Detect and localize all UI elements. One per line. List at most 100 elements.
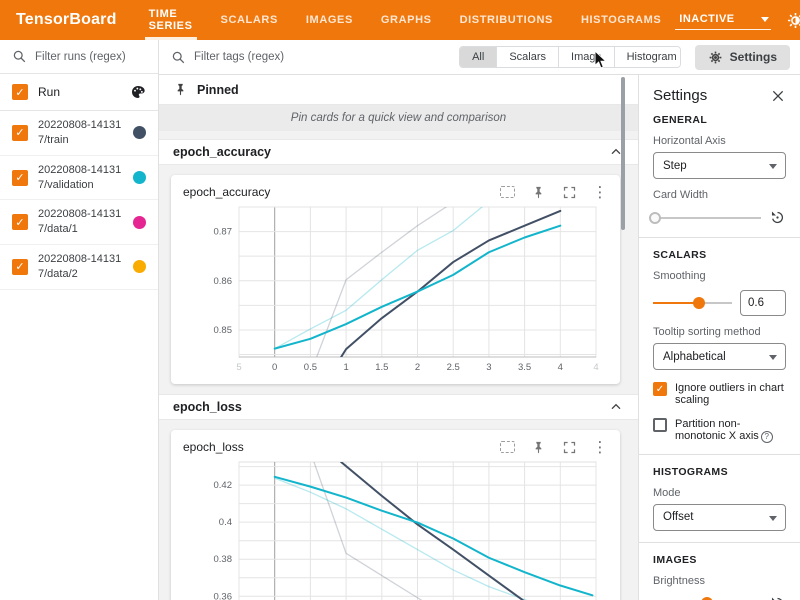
runs-filter-box [0, 40, 158, 74]
tab-images[interactable]: IMAGES [292, 0, 367, 40]
tab-histograms[interactable]: HISTOGRAMS [567, 0, 675, 40]
run-select-all-checkbox[interactable]: ✓ [12, 84, 28, 100]
fit-domain-icon[interactable] [499, 439, 515, 455]
partition-x-axis-checkbox[interactable] [653, 418, 667, 432]
svg-text:2: 2 [415, 362, 420, 373]
fullscreen-icon[interactable] [561, 184, 577, 200]
svg-text:0.85: 0.85 [214, 325, 233, 336]
data-status-dropdown[interactable]: INACTIVE [675, 10, 770, 30]
help-icon[interactable]: ? [761, 431, 773, 443]
card-width-slider[interactable] [653, 211, 761, 225]
chevron-down-icon [769, 516, 777, 521]
run-header-label: Run [38, 85, 60, 99]
tag-filter-image[interactable]: Image [559, 47, 615, 67]
reset-card-width-icon[interactable] [769, 209, 786, 226]
brightness-toggle-icon[interactable] [786, 11, 800, 30]
run-checkbox[interactable]: ✓ [12, 125, 28, 141]
settings-button-label: Settings [730, 50, 777, 64]
chevron-down-icon [769, 164, 777, 169]
partition-x-axis-label: Partition non-monotonic X axis? [675, 418, 786, 443]
tooltip-sorting-select[interactable]: Alphabetical [653, 343, 786, 370]
tag-filter-scalars[interactable]: Scalars [497, 47, 559, 67]
run-color-dot [133, 260, 146, 273]
horizontal-axis-value: Step [663, 160, 687, 172]
header-actions: INACTIVE ? [675, 0, 800, 40]
reset-brightness-icon[interactable] [769, 595, 786, 600]
histogram-mode-value: Offset [663, 511, 693, 523]
brightness-label: Brightness [653, 575, 786, 587]
pin-card-icon[interactable] [530, 439, 546, 455]
svg-text:0.5: 0.5 [304, 362, 317, 373]
run-row: ✓20220808-141317/data/2 [0, 245, 158, 290]
histogram-mode-select[interactable]: Offset [653, 504, 786, 531]
section-header-epoch_accuracy: epoch_accuracy [159, 139, 638, 165]
fullscreen-icon[interactable] [561, 439, 577, 455]
smoothing-value-input[interactable] [740, 290, 786, 316]
svg-text:0.86: 0.86 [214, 276, 233, 287]
app-header: TensorBoard TIME SERIESSCALARSIMAGESGRAP… [0, 0, 800, 40]
svg-text:0.87: 0.87 [214, 227, 233, 238]
tag-filter-histogram[interactable]: Histogram [615, 47, 681, 67]
tab-time-series[interactable]: TIME SERIES [135, 0, 207, 40]
cards-area: Pinned Pin cards for a quick view and co… [159, 75, 638, 600]
chevron-up-icon[interactable] [608, 399, 624, 415]
run-checkbox[interactable]: ✓ [12, 170, 28, 186]
scalars-section-label: SCALARS [653, 249, 786, 261]
pin-card-icon[interactable] [530, 184, 546, 200]
ignore-outliers-checkbox[interactable]: ✓ [653, 382, 667, 396]
settings-panel-title: Settings [653, 87, 707, 104]
content-row: Pinned Pin cards for a quick view and co… [159, 75, 800, 600]
brightness-slider[interactable] [653, 596, 761, 600]
tooltip-sorting-label: Tooltip sorting method [653, 326, 786, 338]
right-column: All Scalars Image Histogram Settings [159, 40, 800, 600]
app-title: TensorBoard [0, 0, 135, 40]
settings-button[interactable]: Settings [695, 45, 790, 70]
svg-text:3: 3 [486, 362, 491, 373]
run-checkbox[interactable]: ✓ [12, 214, 28, 230]
line-chart-epoch_loss[interactable]: 0.420.40.380.3600.511.522.533.5454 [183, 459, 602, 600]
run-row: ✓20220808-141317/data/1 [0, 200, 158, 245]
run-list: ✓20220808-141317/train✓20220808-141317/v… [0, 111, 158, 290]
tensorboard-app: TensorBoard TIME SERIESSCALARSIMAGESGRAP… [0, 0, 800, 600]
run-row: ✓ 20220808-141317/validation [0, 156, 158, 201]
run-checkbox[interactable]: ✓ [12, 259, 28, 275]
card-actions: ⋮ [499, 184, 608, 200]
run-name: 20220808-141317/validation [38, 163, 133, 193]
pinned-title: Pinned [197, 83, 239, 97]
svg-text:4: 4 [593, 362, 598, 373]
horizontal-axis-select[interactable]: Step [653, 152, 786, 179]
smoothing-slider[interactable] [653, 296, 732, 310]
more-options-icon[interactable]: ⋮ [592, 439, 608, 455]
fit-domain-icon[interactable] [499, 184, 515, 200]
main-scrollbar-thumb[interactable] [621, 77, 625, 230]
run-color-dot [133, 216, 146, 229]
svg-text:0: 0 [272, 362, 277, 373]
svg-text:1.5: 1.5 [375, 362, 388, 373]
line-chart-epoch_accuracy[interactable]: 0.850.860.8700.511.522.533.5454 [183, 204, 602, 378]
pinned-section-header: Pinned [159, 75, 638, 105]
main-tabs: TIME SERIESSCALARSIMAGESGRAPHSDISTRIBUTI… [135, 0, 676, 40]
chevron-down-icon [761, 17, 769, 22]
tag-filter-all[interactable]: All [460, 47, 497, 67]
horizontal-axis-label: Horizontal Axis [653, 135, 786, 147]
histograms-section-label: HISTOGRAMS [653, 466, 786, 478]
general-section-label: GENERAL [653, 114, 786, 126]
chart-sections: epoch_accuracyepoch_accuracy⋮0.850.860.8… [159, 139, 638, 600]
tab-graphs[interactable]: GRAPHS [367, 0, 446, 40]
status-label: INACTIVE [679, 13, 734, 25]
pinned-empty-message: Pin cards for a quick view and compariso… [159, 105, 638, 131]
histogram-mode-label: Mode [653, 487, 786, 499]
tags-filter-input[interactable] [194, 51, 459, 63]
palette-icon[interactable] [130, 84, 146, 100]
svg-text:4: 4 [558, 362, 563, 373]
tab-distributions[interactable]: DISTRIBUTIONS [446, 0, 567, 40]
more-options-icon[interactable]: ⋮ [592, 184, 608, 200]
runs-filter-input[interactable] [35, 51, 146, 63]
section-header-epoch_loss: epoch_loss [159, 394, 638, 420]
close-icon[interactable] [770, 88, 786, 104]
tab-scalars[interactable]: SCALARS [207, 0, 292, 40]
body: ✓ Run ✓20220808-141317/train✓20220808-14… [0, 40, 800, 600]
images-section-label: IMAGES [653, 554, 786, 566]
chart-card-epoch_accuracy: epoch_accuracy⋮0.850.860.8700.511.522.53… [171, 175, 620, 384]
section-title: epoch_accuracy [173, 145, 271, 159]
